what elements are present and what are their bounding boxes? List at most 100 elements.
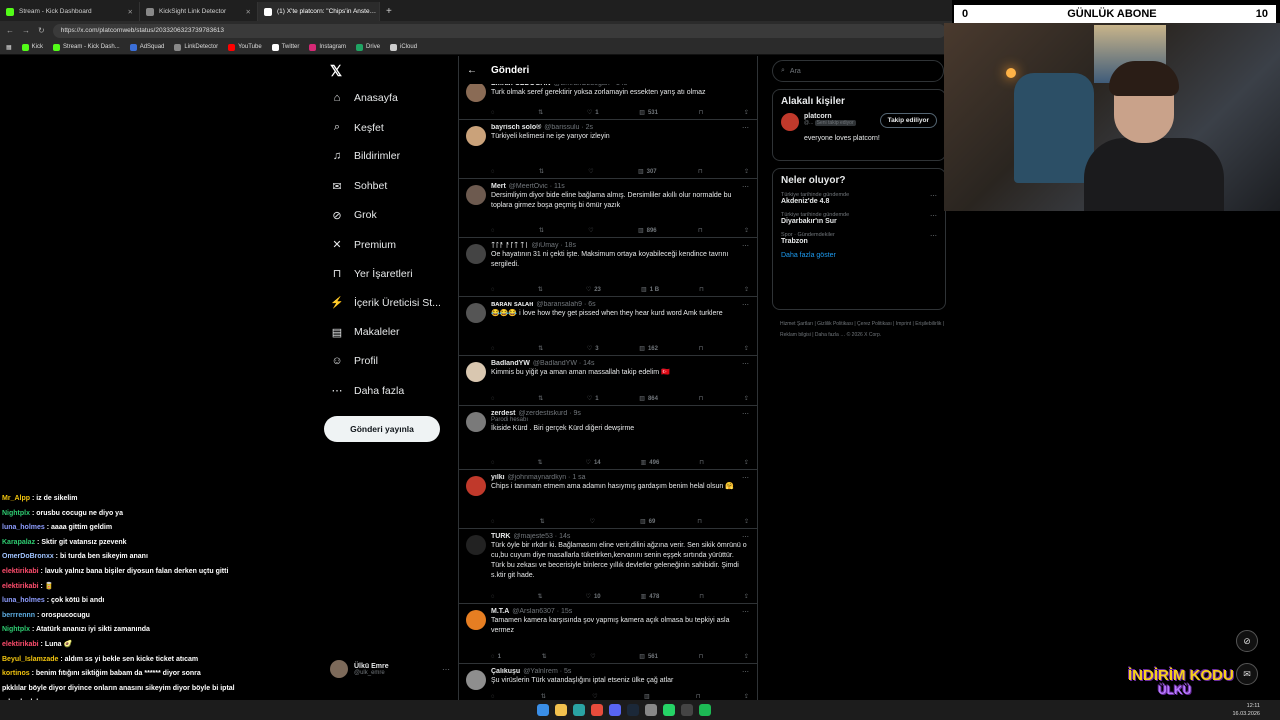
author-name[interactable]: ᛏᛚᚨ ᚨᛚᛏ ᛏᛁ [491, 242, 529, 249]
trend-item[interactable]: Spor · Gündemdekiler Trabzon ⋯ [781, 232, 937, 245]
bookmark-item[interactable]: iCloud [390, 43, 417, 51]
clock[interactable]: 12:11 16.03.2026 [1232, 702, 1260, 718]
views-icon[interactable]: ▥ [644, 693, 653, 700]
bookmark-icon[interactable]: ⊓ [699, 286, 704, 293]
sidebar-item-yer-i-şaretleri[interactable]: ⊓ Yer İşaretleri [330, 267, 413, 281]
author-name[interactable]: yılkı [491, 474, 505, 481]
like-icon[interactable]: ♡ [588, 227, 596, 234]
sidebar-item-keşfet[interactable]: ⌕ Keşfet [330, 121, 384, 134]
more-icon[interactable]: ⋯ [742, 183, 749, 191]
sidebar-item-profil[interactable]: ☺ Profil [330, 355, 378, 367]
bookmark-item[interactable]: Instagram [309, 43, 346, 51]
url-input[interactable]: https://x.com/platcornweb/status/2033206… [52, 23, 946, 38]
post-button[interactable]: Gönderi yayınla [324, 416, 440, 442]
chat-username[interactable]: elektirikabi [2, 568, 39, 575]
bookmark-item[interactable]: Kick [21, 43, 43, 51]
bookmark-item[interactable]: LinkDetector [174, 43, 218, 51]
views-icon[interactable]: ▥ 864 [639, 395, 658, 403]
chat-username[interactable]: Karapalaz [2, 539, 35, 546]
reply-icon[interactable]: ◌ [491, 227, 498, 234]
views-icon[interactable]: ▥ 896 [638, 227, 657, 235]
views-icon[interactable]: ▥ 69 [640, 518, 655, 526]
bookmark-icon[interactable]: ⊓ [698, 227, 703, 234]
reply-tweet[interactable]: ⋯ BadlandYW @BadlandYW · 14s Kimmis bu yiği… [459, 356, 757, 406]
more-icon[interactable]: ⋯ [930, 232, 937, 240]
like-icon[interactable]: ♡ 23 [586, 286, 601, 294]
chat-username[interactable]: Nightplx [2, 626, 30, 633]
bookmark-icon[interactable]: ⊓ [697, 518, 702, 525]
views-icon[interactable]: ▥ 162 [639, 345, 658, 353]
author-name[interactable]: zerdest [491, 410, 516, 417]
views-icon[interactable]: ▥ 561 [639, 653, 658, 661]
chat-username[interactable]: kortinos [2, 670, 30, 677]
views-icon[interactable]: ▥ 307 [638, 168, 657, 176]
discord-icon[interactable] [609, 704, 621, 716]
bookmark-item[interactable]: YouTube [228, 43, 262, 51]
obs-icon[interactable] [681, 704, 693, 716]
reply-tweet[interactable]: ⋯ zerdest @zerdestiskurd · 9s Parodi hesabı… [459, 406, 757, 470]
like-icon[interactable]: ♡ [592, 693, 600, 700]
new-tab-button[interactable]: + [380, 2, 398, 21]
views-icon[interactable]: ▥ 478 [641, 593, 660, 601]
like-icon[interactable]: ♡ [590, 653, 598, 660]
bookmark-item[interactable]: Stream - Kick Dash... [53, 43, 120, 51]
avatar[interactable] [466, 476, 486, 496]
footer-links[interactable]: Hizmet Şartları | Gizlilik Politikası | … [780, 319, 945, 341]
author-name[interactable]: ʙᴀʀᴀɴ sᴀʟᴀʜ [491, 301, 533, 308]
retweet-icon[interactable]: ⇅ [540, 518, 548, 525]
chat-username[interactable]: Nightplx [2, 510, 30, 517]
share-icon[interactable]: ⇪ [744, 693, 749, 700]
chat-username[interactable]: luna_holmes [2, 597, 45, 604]
reply-icon[interactable]: ◌ 1 [491, 653, 501, 660]
views-icon[interactable]: ▥ 1 B [641, 286, 659, 294]
share-icon[interactable]: ⇪ [744, 395, 749, 402]
chat-username[interactable]: Mr_Alpp [2, 495, 30, 502]
share-icon[interactable]: ⇪ [744, 518, 749, 525]
sidebar-item-makaleler[interactable]: ▤ Makaleler [330, 326, 400, 339]
bookmark-icon[interactable]: ⊓ [699, 653, 704, 660]
bookmark-item[interactable]: Twitter [271, 43, 299, 51]
windows-start-icon[interactable] [537, 704, 549, 716]
author-name[interactable]: Mert [491, 183, 506, 190]
retweet-icon[interactable]: ⇅ [538, 593, 546, 600]
bookmark-icon[interactable]: ⊓ [698, 168, 703, 175]
retweet-icon[interactable]: ⇅ [538, 109, 546, 116]
reply-icon[interactable]: ◌ [491, 693, 498, 700]
sidebar-item-grok[interactable]: ⊘ Grok [330, 209, 376, 222]
author-name[interactable]: M.T.A [491, 608, 509, 615]
steam-icon[interactable] [627, 704, 639, 716]
more-icon[interactable]: ⋯ [742, 242, 749, 250]
avatar[interactable] [466, 610, 486, 630]
avatar[interactable] [466, 185, 486, 205]
retweet-icon[interactable]: ⇅ [538, 395, 546, 402]
chat-username[interactable]: berrrennn [2, 612, 35, 619]
retweet-icon[interactable]: ⇅ [538, 286, 546, 293]
like-icon[interactable]: ♡ 14 [586, 459, 601, 467]
grok-float-icon[interactable]: ⊘ [1236, 630, 1258, 652]
bookmark-icon[interactable]: ⊓ [696, 693, 701, 700]
sidebar-item-premium[interactable]: ✕ Premium [330, 238, 396, 252]
more-icon[interactable]: ⋯ [930, 212, 937, 220]
sidebar-item-bildirimler[interactable]: ♫ Bildirimler [330, 150, 400, 162]
reply-icon[interactable]: ◌ [491, 286, 498, 293]
show-more-link[interactable]: Daha fazla göster [781, 252, 937, 259]
like-icon[interactable]: ♡ [590, 518, 598, 525]
reply-tweet[interactable]: ⋯ yılkı @johnmaynardkyn · 1 sa Chips i tanı… [459, 470, 757, 529]
reply-icon[interactable]: ◌ [491, 168, 498, 175]
avatar[interactable] [466, 126, 486, 146]
sidebar-item-i-çerik-üreticisi-st-[interactable]: ⚡ İçerik Üreticisi St... [330, 296, 441, 310]
reply-icon[interactable]: ◌ [491, 395, 498, 402]
tab-kick-dashboard[interactable]: Stream - Kick Dashboard ✕ [0, 2, 140, 21]
avatar[interactable] [466, 82, 486, 102]
close-icon[interactable]: ✕ [128, 8, 133, 16]
back-icon[interactable]: ← [6, 26, 14, 35]
forward-icon[interactable]: → [22, 26, 30, 35]
retweet-icon[interactable]: ⇅ [538, 459, 546, 466]
chat-username[interactable]: elektirikabi [2, 641, 39, 648]
share-icon[interactable]: ⇪ [744, 109, 749, 116]
trend-item[interactable]: Türkiye tarihinde gündemde Diyarbakır'ın … [781, 212, 937, 225]
share-icon[interactable]: ⇪ [744, 459, 749, 466]
whatsapp-icon[interactable] [663, 704, 675, 716]
views-icon[interactable]: ▥ 531 [639, 109, 658, 117]
tab-kicksight[interactable]: KickSight Link Detector ✕ [140, 2, 258, 21]
